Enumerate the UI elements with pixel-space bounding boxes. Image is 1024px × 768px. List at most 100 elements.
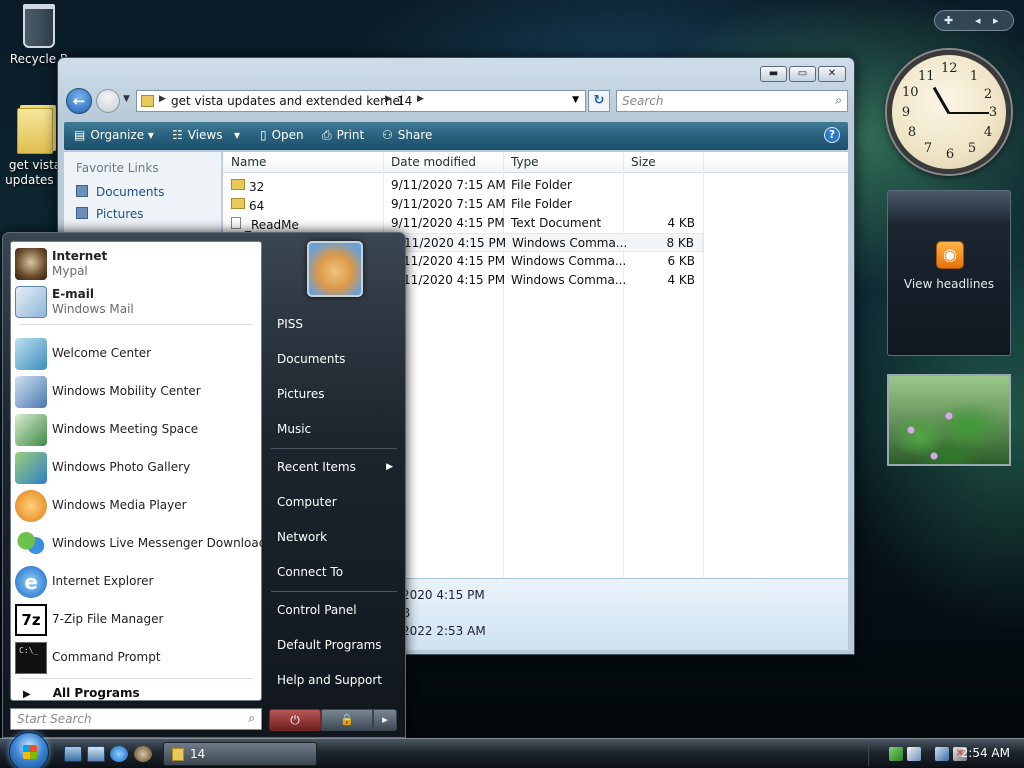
welcome-center-icon [15,338,47,370]
recent-pages-dropdown[interactable]: ▼ [123,94,130,104]
start-search-input[interactable]: Start Search ⌕ [10,708,262,730]
start-link-documents[interactable]: Documents [277,352,345,366]
taskbar: 14 ✕ 2:54 AM [0,738,1024,768]
menu-separator [19,678,253,679]
security-center-icon[interactable] [889,747,903,761]
start-link-network[interactable]: Network [277,530,327,544]
start-link-default-programs[interactable]: Default Programs [277,638,382,652]
start-link-recent-items[interactable]: Recent Items [277,460,356,474]
windows-update-icon[interactable] [907,747,921,761]
program-mobility-center[interactable]: Windows Mobility Center [11,373,261,411]
sidebar-link-documents[interactable]: Documents [76,185,164,199]
start-link-user[interactable]: PISS [277,317,303,331]
pinned-item-email[interactable]: E-mail Windows Mail [11,283,261,321]
program-photo-gallery[interactable]: Windows Photo Gallery [11,449,261,487]
clock-numeral: 11 [918,69,935,84]
program-7zip[interactable]: 7z 7-Zip File Manager [11,601,261,639]
close-button[interactable]: ✕ [818,66,846,82]
column-name[interactable]: Name [231,155,266,169]
program-command-prompt[interactable]: C:\_ Command Prompt [11,639,261,677]
folder-icon [141,95,154,107]
breadcrumb-current[interactable]: 14 [397,94,412,108]
user-avatar[interactable] [307,241,363,297]
clock-numeral: 7 [923,141,933,156]
start-link-music[interactable]: Music [277,422,311,436]
mypal-browser-icon[interactable] [134,746,152,762]
file-row[interactable]: 32 9/11/2020 7:15 AM File Folder [223,176,703,195]
clock-numeral: 5 [967,141,977,156]
search-input[interactable]: Search ⌕ [616,90,848,112]
start-link-pictures[interactable]: Pictures [277,387,325,401]
forward-button[interactable] [96,89,120,113]
feed-gadget-label[interactable]: View headlines [888,277,1010,291]
photo-gallery-icon [15,452,47,484]
window-controls: ▬ ▭ ✕ [760,66,846,82]
power-button[interactable]: ⏻ [269,709,321,731]
lock-button[interactable]: 🔒 [321,709,373,731]
search-icon[interactable]: ⌕ [835,93,842,108]
organize-button[interactable]: ▤ Organize ▾ [74,128,154,142]
open-button[interactable]: ▯ Open [260,128,304,142]
slideshow-gadget[interactable] [887,374,1011,466]
maximize-button[interactable]: ▭ [789,66,816,82]
previous-page-icon[interactable]: ◂ [975,14,981,27]
views-button[interactable]: ☷ Views ▾ [172,128,240,142]
program-welcome-center[interactable]: Welcome Center [11,335,261,373]
program-internet-explorer[interactable]: e Internet Explorer [11,563,261,601]
column-size[interactable]: Size [631,155,656,169]
chevron-right-icon: ▸ [382,713,388,726]
chevron-right-icon: ▶ [417,94,424,104]
refresh-button[interactable]: ↻ [588,90,610,112]
feed-headlines-gadget[interactable]: ◉ View headlines [887,190,1011,356]
all-programs-button[interactable]: ▶ All Programs [23,686,140,700]
sidebar-link-pictures[interactable]: Pictures [76,207,144,221]
start-link-control-panel[interactable]: Control Panel [277,603,357,617]
next-page-icon[interactable]: ▸ [993,14,999,27]
text-document-icon [231,217,241,229]
add-gadget-icon[interactable]: ✚ [944,14,953,27]
print-button[interactable]: ⎙ Print [322,128,364,143]
share-button[interactable]: ⚇ Share [382,128,432,142]
messenger-icon [15,528,47,560]
shutdown-options-button[interactable]: ▸ [373,709,397,731]
address-bar[interactable]: ▶ get vista updates and extended kernel … [136,90,586,112]
program-meeting-space[interactable]: Windows Meeting Space [11,411,261,449]
start-link-computer[interactable]: Computer [277,495,337,509]
system-tray: ✕ 2:54 AM [868,742,1024,766]
internet-explorer-icon[interactable] [110,746,128,762]
file-row[interactable]: _ReadMe 9/11/2020 4:15 PM Text Document … [223,214,703,233]
clock-gadget[interactable]: 12 1 2 3 4 5 6 7 8 9 10 11 [887,50,1011,174]
printer-icon: ⎙ [322,128,332,142]
clock-numeral: 9 [901,105,911,120]
lock-icon: 🔒 [340,713,354,726]
chevron-down-icon[interactable]: ▼ [572,95,579,105]
minimize-button[interactable]: ▬ [760,66,787,82]
back-button[interactable]: ← [66,88,92,114]
folder-icon [17,108,53,154]
column-type[interactable]: Type [511,155,539,169]
command-prompt-icon: C:\_ [15,642,47,674]
taskbar-button-explorer[interactable]: 14 [163,742,317,766]
column-date-modified[interactable]: Date modified [391,155,476,169]
menu-separator [19,324,253,325]
pinned-item-internet[interactable]: Internet Mypal [11,245,261,283]
start-link-help-support[interactable]: Help and Support [277,673,382,687]
switch-windows-icon[interactable] [87,746,105,762]
start-button[interactable] [9,732,49,768]
open-icon: ▯ [260,128,267,142]
network-icon[interactable] [935,747,949,761]
start-link-connect-to[interactable]: Connect To [277,565,343,579]
program-live-messenger[interactable]: Windows Live Messenger Download [11,525,266,563]
search-icon[interactable]: ⌕ [248,711,255,726]
start-menu-programs-pane: Internet Mypal E-mail Windows Mail Welco… [10,241,266,701]
breadcrumb-parent[interactable]: get vista updates and extended kernel [171,94,403,108]
program-media-player[interactable]: Windows Media Player [11,487,261,525]
clock-numeral: 2 [983,87,993,102]
column-divider[interactable] [703,152,704,578]
chevron-right-icon: ▶ [385,94,392,104]
show-desktop-icon[interactable] [64,746,82,762]
help-icon[interactable]: ? [824,127,840,143]
file-row[interactable]: 64 9/11/2020 7:15 AM File Folder [223,195,703,214]
clock-time[interactable]: 2:54 AM [961,746,1010,760]
media-player-icon [15,490,47,522]
